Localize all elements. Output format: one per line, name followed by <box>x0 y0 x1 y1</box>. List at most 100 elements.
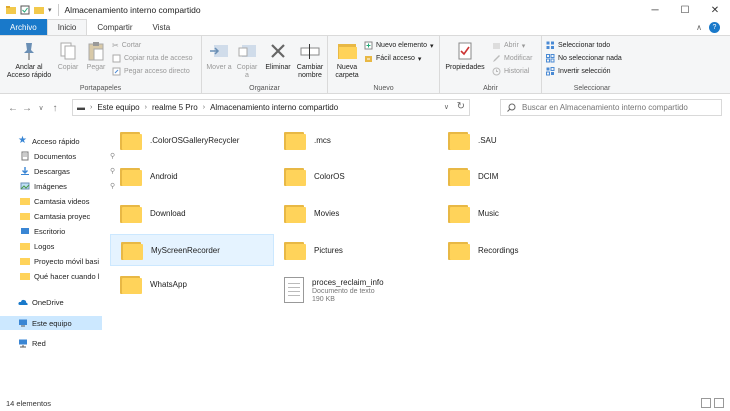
copy-path-button[interactable]: Copiar ruta de acceso <box>112 54 192 63</box>
select-all-icon <box>546 41 554 49</box>
new-folder-icon[interactable] <box>34 5 44 15</box>
copy-path-label: Copiar ruta de acceso <box>124 55 193 62</box>
group-open: Propiedades Abrir ▾ Modificar Historial … <box>440 36 542 94</box>
cut-button[interactable]: ✂ Cortar <box>112 41 141 50</box>
select-none-button[interactable]: No seleccionar nada <box>546 54 622 63</box>
nav-network-label: Red <box>32 338 46 348</box>
folder-item[interactable]: DCIM <box>438 160 602 192</box>
folder-icon <box>120 274 142 294</box>
pin-quick-access-button[interactable]: Anclar al Acceso rápido <box>4 40 54 80</box>
select-none-icon <box>546 54 555 63</box>
ribbon: Anclar al Acceso rápido Copiar Pegar ✂ C… <box>0 36 730 94</box>
crumb-this-pc[interactable]: Este equipo <box>97 103 139 112</box>
recent-locations-button[interactable]: ∨ <box>34 101 48 115</box>
folder-item-hovered[interactable]: MyScreenRecorder <box>110 234 274 266</box>
folder-item[interactable]: Music <box>438 197 602 229</box>
tab-share[interactable]: Compartir <box>87 19 142 35</box>
new-item-button[interactable]: Nuevo elemento ▾ <box>364 41 434 50</box>
group-select: Seleccionar todo No seleccionar nada Inv… <box>542 36 642 94</box>
tab-file[interactable]: Archivo <box>0 19 47 35</box>
folder-item[interactable]: Recordings <box>438 234 602 266</box>
nav-camtasia-videos[interactable]: Camtasia videos <box>20 194 89 208</box>
collapse-ribbon-icon[interactable]: ∧ <box>696 23 702 32</box>
properties-button[interactable]: Propiedades <box>444 40 486 72</box>
details-view-button[interactable] <box>701 398 711 408</box>
nav-desktop[interactable]: Escritorio <box>20 224 65 238</box>
properties-label: Propiedades <box>445 64 485 71</box>
crumb-device[interactable]: realme 5 Pro <box>152 103 198 112</box>
address-bar[interactable]: ▬ › Este equipo › realme 5 Pro › Almacen… <box>72 99 470 116</box>
open-icon <box>493 43 500 49</box>
properties-icon[interactable] <box>20 5 30 15</box>
copy-button[interactable]: Copiar <box>56 40 80 72</box>
maximize-button[interactable]: ☐ <box>670 0 700 20</box>
nav-onedrive[interactable]: OneDrive <box>18 295 64 309</box>
easy-access-button[interactable]: Fácil acceso ▾ <box>364 54 421 63</box>
nav-que-hacer[interactable]: Qué hacer cuando l <box>20 269 99 283</box>
open-group-label: Abrir <box>483 85 498 92</box>
edit-icon <box>493 55 500 62</box>
text-document-icon <box>284 277 304 303</box>
title-divider <box>57 4 59 16</box>
copy-to-button[interactable]: Copiar a <box>234 40 260 80</box>
select-all-label: Seleccionar todo <box>558 42 611 49</box>
nav-quick-access[interactable]: ★ Acceso rápido <box>18 134 80 148</box>
nav-downloads[interactable]: Descargas ⚲ <box>20 164 115 178</box>
file-list: .ColorOSGalleryRecycler .mcs .SAU Androi… <box>110 124 722 394</box>
scissors-icon: ✂ <box>112 41 119 50</box>
paste-shortcut-button[interactable]: Pegar acceso directo <box>112 67 190 76</box>
tab-home[interactable]: Inicio <box>46 19 88 35</box>
close-button[interactable]: ✕ <box>700 0 730 20</box>
folder-icon <box>284 130 306 150</box>
nav-this-pc[interactable]: Este equipo <box>0 316 102 330</box>
history-button[interactable]: Historial <box>492 67 529 76</box>
easy-access-dropdown-icon: ▾ <box>417 55 422 63</box>
new-item-label: Nuevo elemento <box>376 42 427 49</box>
folder-item[interactable]: .SAU <box>438 124 602 156</box>
move-to-icon <box>210 45 228 57</box>
folder-item[interactable]: Download <box>110 197 274 229</box>
rename-button[interactable]: Cambiar nombre <box>294 40 326 80</box>
move-to-button[interactable]: Mover a <box>206 40 232 72</box>
folder-item[interactable]: Movies <box>274 197 438 229</box>
crumb-storage[interactable]: Almacenamiento interno compartido <box>210 103 338 112</box>
open-button[interactable]: Abrir ▾ <box>492 41 525 50</box>
edit-button[interactable]: Modificar <box>492 54 532 63</box>
pin-label: Anclar al Acceso rápido <box>6 64 52 79</box>
file-item[interactable]: proces_reclaim_info Documento de texto 1… <box>274 270 438 310</box>
invert-selection-button[interactable]: Invertir selección <box>546 67 611 76</box>
help-icon[interactable]: ? <box>709 22 720 33</box>
nav-images[interactable]: Imágenes ⚲ <box>20 179 115 193</box>
nav-proyecto-movil[interactable]: Proyecto móvil basi <box>20 254 99 268</box>
paste-button[interactable]: Pegar <box>84 40 108 72</box>
folder-item[interactable]: Pictures <box>274 234 438 266</box>
large-icons-view-button[interactable] <box>714 398 724 408</box>
file-details: proces_reclaim_info Documento de texto 1… <box>312 278 384 303</box>
quick-access-toolbar: ▾ <box>0 5 52 15</box>
folder-item[interactable]: .ColorOSGalleryRecycler <box>110 124 274 156</box>
forward-button[interactable]: → <box>20 101 34 115</box>
search-input[interactable] <box>522 103 712 112</box>
up-button[interactable]: ↑ <box>48 101 62 115</box>
folder-icon <box>284 166 306 186</box>
back-button[interactable]: ← <box>6 101 20 115</box>
minimize-button[interactable]: ─ <box>640 0 670 20</box>
folder-item[interactable]: Android <box>110 160 274 192</box>
folder-item[interactable]: WhatsApp <box>110 268 274 300</box>
nav-camtasia-proyec[interactable]: Camtasia proyec <box>20 209 90 223</box>
customize-toolbar-icon[interactable]: ▾ <box>48 6 52 14</box>
ribbon-tabs: Archivo Inicio Compartir Vista ∧ ? <box>0 19 730 36</box>
address-dropdown-icon[interactable]: ∨ <box>444 103 449 111</box>
tab-view[interactable]: Vista <box>143 19 181 35</box>
search-box[interactable] <box>500 99 722 116</box>
select-all-button[interactable]: Seleccionar todo <box>546 41 610 50</box>
folder-item[interactable]: .mcs <box>274 124 438 156</box>
folder-item[interactable]: ColorOS <box>274 160 438 192</box>
refresh-icon[interactable]: ↻ <box>457 101 465 112</box>
nav-logos[interactable]: Logos <box>20 239 54 253</box>
history-icon <box>492 67 501 76</box>
nav-network[interactable]: Red <box>18 336 46 350</box>
delete-button[interactable]: Eliminar <box>264 40 292 72</box>
new-folder-button[interactable]: Nueva carpeta <box>332 40 362 80</box>
nav-documents[interactable]: Documentos ⚲ <box>20 149 115 163</box>
